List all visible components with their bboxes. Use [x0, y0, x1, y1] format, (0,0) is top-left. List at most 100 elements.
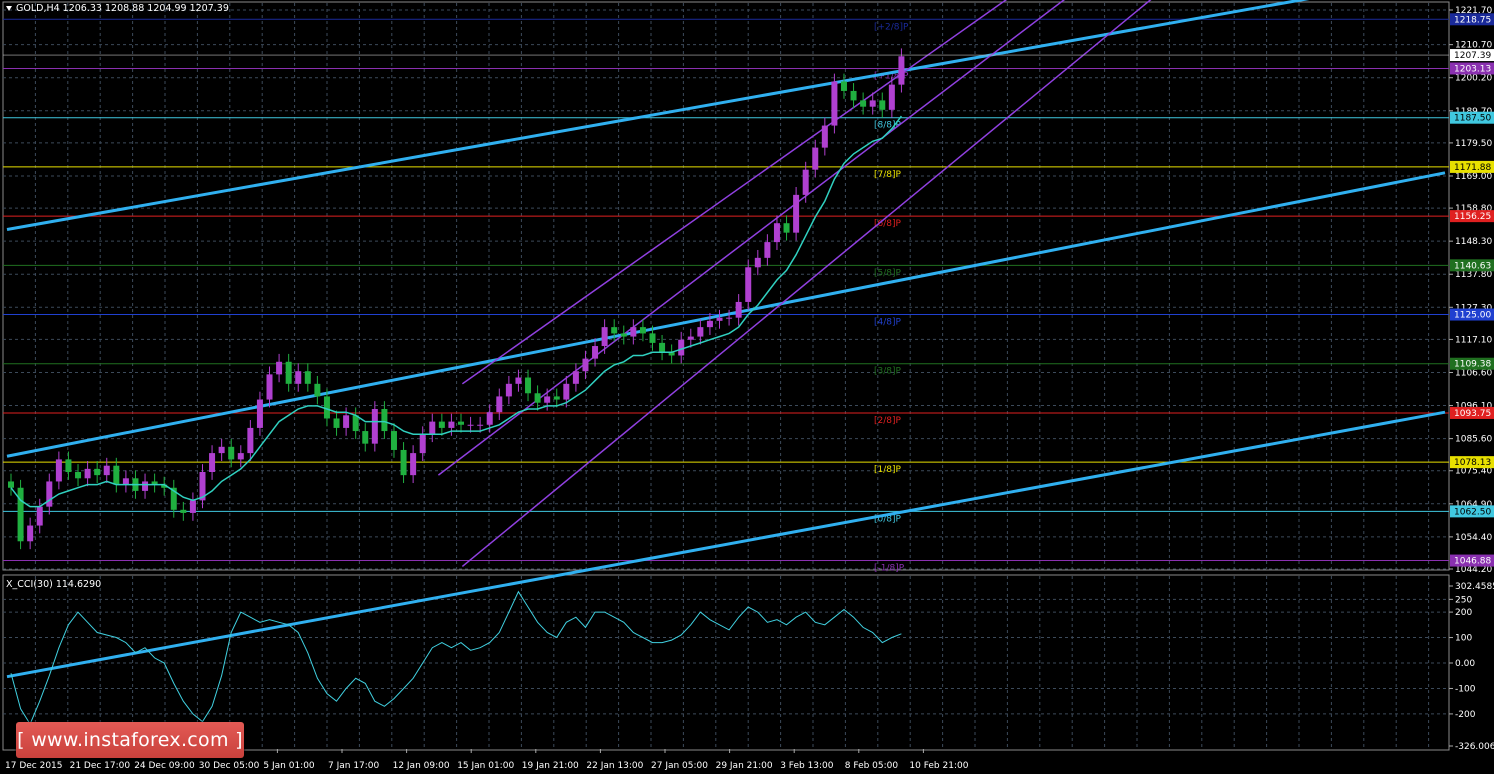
candle-body: [46, 481, 53, 507]
candle-body: [620, 333, 627, 337]
price-tick-label: 1117.10: [1455, 335, 1492, 345]
time-tick-label: 17 Dec 2015: [5, 761, 63, 771]
price-tick-label: 1106.60: [1455, 368, 1492, 378]
price-tick-label: 1054.40: [1455, 533, 1492, 543]
candle-body: [228, 446, 235, 460]
candle-body: [65, 459, 72, 473]
murrey-price-text: 1140.63: [1454, 261, 1491, 271]
cci-tick-label: 0.00: [1455, 659, 1475, 669]
symbol-header-text: GOLD,H4 1206.33 1208.88 1204.99 1207.39: [16, 3, 229, 14]
murrey-level-label: [-1/8]P: [874, 564, 905, 574]
murrey-level-label: [7/8]P: [874, 170, 902, 180]
candle-body: [458, 421, 464, 425]
time-tick-label: 8 Feb 05:00: [845, 761, 899, 771]
candle-body: [323, 396, 330, 419]
channel-upper-line[interactable]: [461, 0, 1037, 385]
candle-body: [783, 223, 790, 233]
murrey-price-text: 1218.75: [1454, 15, 1491, 25]
murrey-price-text: 1156.25: [1454, 212, 1491, 222]
candle-body: [84, 468, 91, 479]
candle-body: [142, 481, 149, 491]
cci-tick-label: -200: [1455, 710, 1476, 720]
candle-body: [496, 396, 503, 413]
cci-tick-label: -100: [1455, 684, 1476, 694]
cci-tick-label: 100: [1455, 634, 1472, 644]
candle-body: [850, 90, 857, 101]
candle-body: [706, 320, 713, 328]
candle-body: [390, 431, 397, 450]
candle-body: [113, 465, 120, 485]
candle-body: [400, 449, 407, 476]
candle-body: [687, 336, 694, 340]
candle-body: [505, 383, 512, 397]
candle-body: [592, 346, 599, 359]
murrey-level-label: [+2/8]P: [874, 22, 909, 32]
candle-body: [266, 374, 273, 400]
cci-tick-label: 302.4585: [1455, 582, 1494, 592]
time-tick-label: 10 Feb 21:00: [909, 761, 968, 771]
candle-body: [726, 317, 733, 319]
main-panel-frame: [2, 1, 1450, 571]
price-chart[interactable]: [+2/8]P[+1/8]P[8/8]P[7/8]P[6/8]P[5/8]P[4…: [0, 0, 1494, 774]
dropdown-icon[interactable]: [6, 6, 12, 11]
murrey-price-text: 1078.13: [1454, 458, 1491, 468]
current-price-text: 1207.39: [1454, 51, 1491, 61]
candle-body: [362, 431, 369, 444]
time-tick-label: 29 Jan 21:00: [716, 761, 773, 771]
price-tick-label: 1169.00: [1455, 172, 1492, 182]
candle-body: [754, 257, 761, 268]
candle-body: [410, 453, 417, 476]
time-tick-label: 7 Jan 17:00: [328, 761, 380, 771]
murrey-level-label: [1/8]P: [874, 465, 902, 475]
murrey-price-text: 1125.00: [1454, 311, 1491, 321]
candle-body: [429, 421, 436, 435]
candle-body: [237, 453, 244, 460]
murrey-level-label: [4/8]P: [874, 318, 902, 328]
time-tick-label: 30 Dec 05:00: [199, 761, 260, 771]
candle-body: [209, 453, 216, 473]
time-tick-label: 3 Feb 13:00: [780, 761, 834, 771]
upper-trend-line[interactable]: [6, 0, 1445, 231]
candle-body: [879, 100, 886, 110]
price-tick-label: 1148.30: [1455, 237, 1492, 247]
candle-body: [764, 242, 771, 258]
candle-body: [276, 361, 283, 375]
candle-body: [553, 396, 560, 400]
candle-body: [94, 468, 101, 476]
candle-body: [831, 81, 838, 126]
symbol-header: GOLD,H4 1206.33 1208.88 1204.99 1207.39: [6, 3, 229, 14]
murrey-price-text: 1203.13: [1454, 64, 1491, 74]
cci-tick-label: 250: [1455, 595, 1472, 605]
candle-body: [630, 327, 637, 337]
candle-body: [716, 317, 723, 321]
candle-body: [840, 81, 847, 91]
candle-body: [122, 478, 129, 485]
candle-body: [247, 427, 254, 454]
candle-body: [678, 339, 685, 356]
candle-body: [448, 421, 455, 428]
time-tick-label: 15 Jan 01:00: [457, 761, 514, 771]
cci-tick-label: 200: [1455, 608, 1472, 618]
candle-body: [477, 424, 484, 426]
candle-body: [295, 371, 302, 384]
candle-body: [103, 465, 110, 476]
time-tick-label: 12 Jan 09:00: [393, 761, 450, 771]
murrey-price-text: 1187.50: [1454, 114, 1491, 124]
candle-body: [745, 267, 752, 302]
candle-body: [8, 481, 14, 488]
price-tick-label: 1075.40: [1455, 467, 1492, 477]
candle-body: [649, 333, 656, 343]
candle-body: [582, 358, 589, 372]
time-tick-label: 22 Jan 13:00: [586, 761, 643, 771]
time-tick-label: 24 Dec 09:00: [134, 761, 195, 771]
murrey-level-label: [5/8]P: [874, 268, 902, 278]
candle-body: [438, 421, 445, 428]
murrey-level-label: [2/8]P: [874, 416, 902, 426]
murrey-price-text: 1171.88: [1454, 163, 1491, 173]
candle-body: [563, 383, 570, 400]
murrey-price-text: 1109.38: [1454, 360, 1491, 370]
candle-body: [802, 169, 809, 195]
candle-body: [869, 100, 876, 107]
time-tick-label: 5 Jan 01:00: [263, 761, 315, 771]
time-tick-label: 21 Dec 17:00: [70, 761, 131, 771]
